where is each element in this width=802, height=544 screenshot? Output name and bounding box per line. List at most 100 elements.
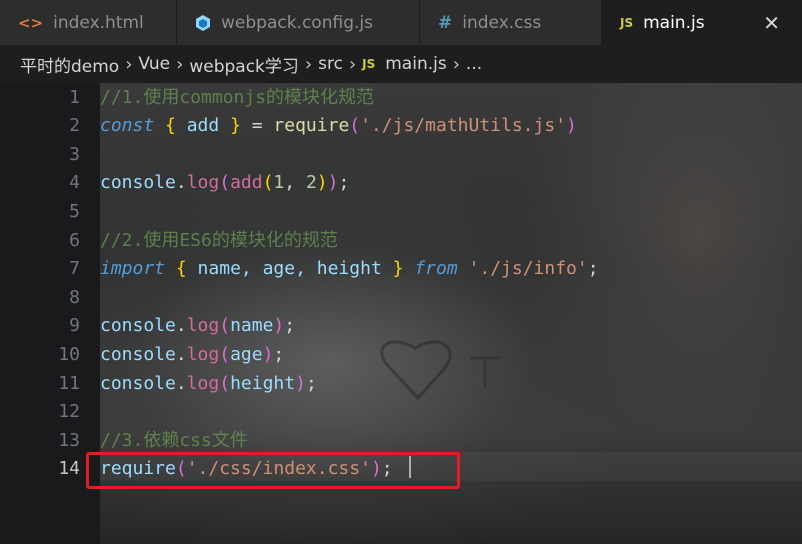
- line-number: 5: [69, 200, 80, 222]
- code-token: ): [327, 172, 339, 194]
- line-number: 11: [58, 372, 80, 394]
- code-token: log: [186, 372, 220, 394]
- line-number: 2: [69, 115, 80, 137]
- css-hash-icon: #: [438, 12, 453, 33]
- code-token: './js/info': [468, 258, 588, 280]
- code-token: ;: [587, 258, 599, 280]
- line-number: 13: [58, 429, 80, 451]
- code-token: }: [230, 115, 241, 137]
- tab-index-css[interactable]: # index.css: [420, 0, 602, 45]
- code-line[interactable]: console.log(name);: [100, 312, 295, 341]
- webpack-cube-icon: [195, 14, 211, 32]
- code-token: =: [240, 115, 274, 137]
- code-token: ;: [305, 372, 317, 394]
- code-token: ,: [284, 172, 306, 194]
- code-line[interactable]: console.log(age);: [100, 341, 284, 370]
- line-number: 6: [69, 229, 80, 251]
- code-token: import: [100, 258, 166, 280]
- code-line[interactable]: const { add } = require('./js/mathUtils.…: [100, 112, 577, 141]
- chevron-right-icon: ›: [304, 53, 313, 75]
- code-token: (: [262, 172, 274, 194]
- breadcrumb-item[interactable]: Vue: [138, 54, 170, 74]
- line-number: 1: [69, 86, 80, 108]
- tab-main-js[interactable]: JS main.js ✕: [602, 0, 802, 45]
- code-token: name: [230, 315, 274, 337]
- editor-tab-bar: <> index.html webpack.config.js # index.…: [0, 0, 802, 45]
- chevron-right-icon: ›: [452, 53, 460, 75]
- code-token: .: [175, 315, 187, 337]
- close-icon[interactable]: ✕: [763, 11, 780, 35]
- code-token: ): [316, 172, 328, 194]
- code-token: ): [566, 115, 577, 137]
- breadcrumb: 平时的demo › Vue › webpack学习 › src › JS mai…: [0, 45, 802, 83]
- code-token: ): [295, 372, 306, 394]
- code-line[interactable]: console.log(height);: [100, 370, 317, 399]
- tab-label: main.js: [643, 12, 705, 33]
- code-token: log: [186, 343, 220, 365]
- code-token: height: [230, 372, 296, 394]
- code-token: console: [100, 172, 176, 194]
- breadcrumb-item[interactable]: main.js: [385, 54, 446, 74]
- code-token: .: [175, 372, 187, 394]
- code-token: 1: [273, 172, 285, 194]
- code-token: log: [186, 172, 220, 194]
- breadcrumb-item[interactable]: webpack学习: [189, 52, 299, 77]
- code-token: ;: [273, 343, 285, 365]
- code-token: add: [175, 115, 231, 137]
- code-token: ;: [338, 172, 350, 194]
- js-file-icon: JS: [620, 15, 634, 30]
- code-token: 2: [305, 172, 317, 194]
- tab-webpack-config[interactable]: webpack.config.js: [177, 0, 420, 45]
- code-line[interactable]: import { name, age, height } from './js/…: [100, 255, 599, 284]
- code-token: //3.依赖css文件: [100, 429, 248, 451]
- code-token: console: [100, 343, 176, 365]
- breadcrumb-item[interactable]: src: [318, 54, 343, 74]
- code-line[interactable]: console.log(add(1, 2));: [100, 169, 349, 198]
- code-token: age: [230, 343, 263, 365]
- highlight-annotation-box: [86, 452, 460, 489]
- js-file-icon: JS: [362, 57, 376, 71]
- heart-engraving-decoration: [380, 340, 500, 401]
- line-number: 10: [58, 343, 80, 365]
- code-token: add: [230, 172, 263, 194]
- code-token: (: [219, 343, 231, 365]
- line-number: 7: [69, 258, 80, 280]
- code-token: const: [100, 115, 155, 137]
- line-number: 9: [69, 315, 80, 337]
- code-token: {: [175, 258, 187, 280]
- code-token: name, age, height: [186, 258, 393, 280]
- code-line[interactable]: //2.使用ES6的模块化的规范: [100, 227, 338, 256]
- chevron-right-icon: ›: [176, 53, 184, 75]
- code-token: (: [349, 115, 361, 137]
- code-editor[interactable]: 1 2 3 4 5 6 7 8 9 10 11 12 13 14 //1.使用commonjs的模块化规范…: [0, 83, 802, 544]
- code-token: .: [175, 343, 187, 365]
- code-token: console: [100, 372, 176, 394]
- code-line[interactable]: //1.使用commonjs的模块化规范: [100, 84, 374, 113]
- code-line[interactable]: //3.依赖css文件: [100, 427, 248, 456]
- line-number: 14: [58, 458, 80, 480]
- code-token: console: [100, 315, 176, 337]
- code-token: ;: [284, 315, 296, 337]
- code-token: './js/mathUtils.js': [360, 115, 567, 137]
- tab-index-html[interactable]: <> index.html: [0, 0, 177, 45]
- html-file-icon: <>: [18, 13, 44, 32]
- code-token: }: [392, 258, 404, 280]
- code-token: {: [165, 115, 176, 137]
- code-token: .: [175, 172, 187, 194]
- code-token: ): [262, 343, 274, 365]
- breadcrumb-item[interactable]: ...: [466, 54, 482, 74]
- line-number: 4: [69, 172, 80, 194]
- code-token: (: [219, 315, 231, 337]
- tab-label: index.css: [462, 12, 542, 33]
- tab-label: webpack.config.js: [221, 12, 373, 33]
- breadcrumb-item[interactable]: 平时的demo: [20, 52, 119, 77]
- line-number: 8: [69, 286, 80, 308]
- chevron-right-icon: ›: [125, 53, 133, 75]
- line-number: 12: [58, 401, 80, 423]
- line-number: 3: [69, 143, 80, 165]
- code-token: (: [219, 172, 231, 194]
